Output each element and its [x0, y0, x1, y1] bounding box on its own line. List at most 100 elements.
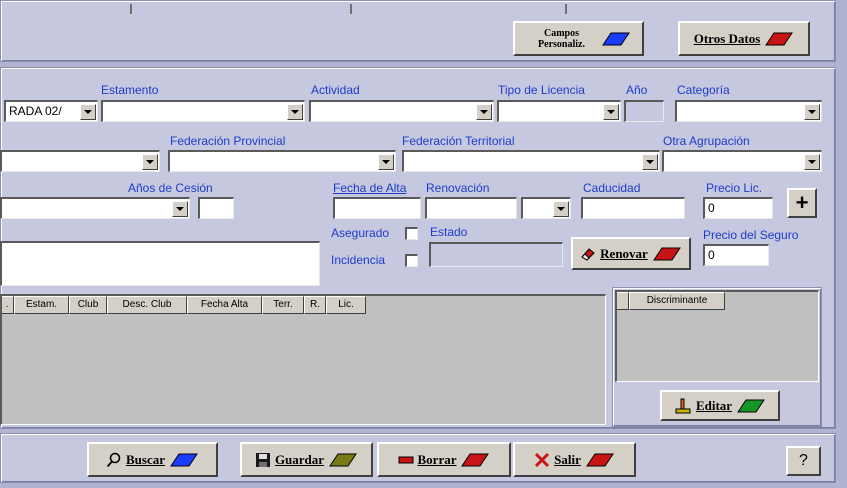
second-row-combo[interactable] [0, 150, 160, 172]
olive-pen-icon [329, 453, 357, 466]
red-pen-icon [585, 453, 614, 466]
grid-header-cell[interactable]: Estam. [14, 296, 69, 314]
precio-seguro-label: Precio del Seguro [703, 228, 799, 242]
buscar-button[interactable]: Buscar [87, 442, 218, 477]
salir-button[interactable]: Salir [513, 442, 636, 477]
red-pen-icon [461, 453, 490, 466]
third-row-combo[interactable] [0, 197, 190, 219]
help-button[interactable]: ? [786, 446, 821, 476]
chevron-down-icon[interactable] [553, 201, 569, 217]
estado-label: Estado [430, 225, 468, 239]
renovacion-field[interactable] [425, 197, 517, 219]
precio-lic-field[interactable]: 0 [703, 197, 773, 219]
fed-territorial-select[interactable] [402, 150, 660, 172]
fed-territorial-label: Federación Territorial [402, 134, 515, 148]
campos-personaliz-label: Campos Personaliz. [538, 27, 585, 50]
renovacion-label: Renovación [426, 181, 490, 195]
eraser-icon [398, 456, 413, 463]
chevron-down-icon[interactable] [804, 154, 820, 170]
chevron-down-icon[interactable] [603, 104, 619, 120]
fed-provincial-label: Federación Provincial [170, 134, 286, 148]
estamento-select[interactable] [101, 100, 305, 122]
precio-seguro-value: 0 [708, 248, 715, 262]
buscar-label: Buscar [126, 451, 165, 467]
chevron-down-icon[interactable] [642, 154, 658, 170]
borrar-button[interactable]: Borrar [377, 442, 511, 477]
eraser-icon [581, 247, 595, 261]
otra-agrupacion-label: Otra Agrupación [663, 134, 750, 148]
grid-header-cell[interactable]: . [2, 296, 14, 314]
licencias-grid[interactable]: . Estam. Club Desc. Club Fecha Alta Terr… [0, 294, 606, 425]
otros-datos-button[interactable]: Otros Datos [678, 21, 810, 56]
top-divider-3 [565, 4, 567, 14]
estado-field [429, 242, 563, 267]
asegurado-label: Asegurado [331, 226, 390, 240]
precio-lic-label: Precio Lic. [706, 181, 763, 195]
fecha-alta-field[interactable] [333, 197, 421, 219]
renovar-button[interactable]: Renovar [571, 237, 691, 270]
first-combo[interactable]: RADA 02/ [4, 100, 98, 122]
search-icon [106, 452, 121, 467]
chevron-down-icon[interactable] [172, 201, 188, 217]
top-divider-1 [130, 4, 132, 14]
anios-cesion-field[interactable] [198, 197, 234, 219]
caducidad-field[interactable] [581, 197, 685, 219]
precio-seguro-field[interactable]: 0 [703, 244, 769, 266]
red-pen-icon [765, 32, 794, 45]
editar-button[interactable]: Editar [660, 390, 780, 421]
grid-header-cell[interactable]: Club [69, 296, 107, 314]
renovar-label: Renovar [600, 245, 648, 261]
otros-datos-label: Otros Datos [693, 30, 761, 46]
anios-cesion-label: Años de Cesión [128, 181, 213, 195]
incidencia-checkbox[interactable] [405, 254, 418, 267]
guardar-button[interactable]: Guardar [240, 442, 373, 477]
grid-header-cell[interactable]: Fecha Alta [187, 296, 262, 314]
categoria-label: Categoría [677, 83, 730, 97]
salir-label: Salir [554, 451, 581, 467]
chevron-down-icon[interactable] [142, 154, 158, 170]
discriminante-grid[interactable]: Discriminante [615, 290, 819, 382]
save-icon [255, 452, 270, 467]
grid-header-cell[interactable]: Lic. [326, 296, 366, 314]
caducidad-label: Caducidad [583, 181, 641, 195]
blue-pen-icon [170, 453, 198, 466]
add-button[interactable]: + [787, 188, 817, 218]
asegurado-checkbox[interactable] [405, 227, 418, 240]
incidencia-label: Incidencia [331, 253, 386, 267]
estamento-label: Estamento [101, 83, 159, 97]
fed-provincial-select[interactable] [168, 150, 396, 172]
chevron-down-icon[interactable] [804, 104, 820, 120]
actividad-label: Actividad [311, 83, 360, 97]
chevron-down-icon[interactable] [80, 104, 96, 120]
guardar-label: Guardar [274, 451, 325, 467]
chevron-down-icon[interactable] [476, 104, 492, 120]
borrar-label: Borrar [417, 451, 457, 467]
chevron-down-icon[interactable] [378, 154, 394, 170]
green-pen-icon [737, 399, 765, 412]
chevron-down-icon[interactable] [287, 104, 303, 120]
blue-pen-icon [601, 32, 630, 45]
tipo-licencia-select[interactable] [497, 100, 621, 122]
anio-label: Año [626, 83, 648, 97]
fecha-alta-label: Fecha de Alta [333, 181, 407, 195]
red-pen-icon [652, 247, 681, 260]
otra-agrupacion-select[interactable] [662, 150, 822, 172]
actividad-select[interactable] [309, 100, 494, 122]
renovacion-select[interactable] [521, 197, 571, 219]
top-divider-2 [350, 4, 352, 14]
help-label: ? [799, 452, 808, 469]
edit-icon [675, 398, 691, 413]
grid-header-cell[interactable]: R. [304, 296, 326, 314]
grid-header-cell[interactable]: Desc. Club [107, 296, 187, 314]
precio-lic-value: 0 [708, 201, 715, 215]
anio-field [624, 100, 664, 122]
campos-personaliz-button[interactable]: Campos Personaliz. [513, 21, 644, 56]
notes-textarea[interactable] [0, 241, 320, 286]
grid-header-cell[interactable]: Discriminante [629, 292, 725, 310]
first-combo-value: RADA 02/ [9, 104, 62, 118]
editar-label: Editar [695, 397, 733, 413]
grid-header-cell[interactable]: Terr. [262, 296, 304, 314]
categoria-select[interactable] [675, 100, 822, 122]
grid-header-cell[interactable] [617, 292, 629, 310]
plus-icon: + [795, 190, 809, 215]
